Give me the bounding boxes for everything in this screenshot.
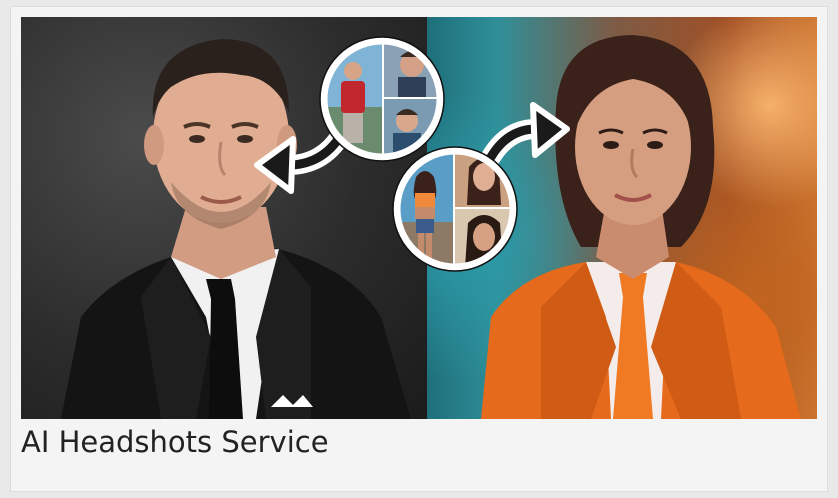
woman-portrait	[481, 35, 801, 419]
headshot-illustration	[61, 35, 801, 419]
product-card[interactable]: AI Headshots Service	[10, 6, 828, 492]
hero-image	[21, 17, 817, 419]
card-title[interactable]: AI Headshots Service	[21, 425, 329, 459]
woman-input-photos-badge	[392, 146, 518, 272]
man-input-photos-badge	[319, 36, 445, 162]
curved-arrow-icon	[481, 102, 570, 167]
